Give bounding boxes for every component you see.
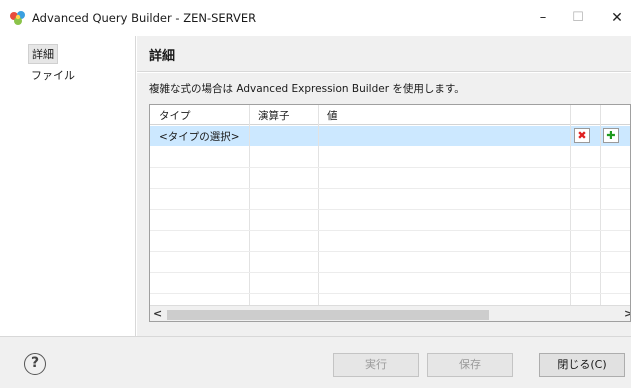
app-logo-icon <box>10 11 25 25</box>
help-icon[interactable]: ? <box>24 353 46 375</box>
type-select-cell[interactable]: <タイプの選択> <box>159 129 240 144</box>
main-panel: 複雑な式の場合は Advanced Expression Builder を使用… <box>137 73 631 336</box>
close-button[interactable]: 閉じる(C) <box>539 353 625 377</box>
scroll-thumb[interactable] <box>167 310 489 320</box>
grid-line <box>600 105 601 305</box>
scroll-right-icon[interactable]: > <box>624 307 630 320</box>
delete-row-icon[interactable]: ✖ <box>574 128 590 143</box>
grid-line <box>150 293 630 294</box>
column-header-operator[interactable]: 演算子 <box>258 108 290 123</box>
grid-line <box>150 209 630 210</box>
column-header-value[interactable]: 値 <box>327 108 338 123</box>
table-row[interactable]: <タイプの選択> ✖ ✚ <box>150 126 630 146</box>
save-button[interactable]: 保存 <box>427 353 513 377</box>
close-window-button[interactable]: ✕ <box>608 9 626 27</box>
grid-line <box>249 105 250 305</box>
sidebar-item-details[interactable]: 詳細 <box>28 44 58 64</box>
sidebar-item-file[interactable]: ファイル <box>28 66 78 84</box>
minimize-button[interactable]: – <box>534 9 552 27</box>
add-row-icon[interactable]: ✚ <box>603 128 619 143</box>
run-button[interactable]: 実行 <box>333 353 419 377</box>
description-text: 複雑な式の場合は Advanced Expression Builder を使用… <box>149 83 465 95</box>
dialog-footer: ? 実行 保存 閉じる(C) <box>0 336 631 388</box>
criteria-table: タイプ 演算子 値 <タイプの選択> ✖ ✚ < > <box>149 104 631 322</box>
grid-line <box>150 251 630 252</box>
table-header: タイプ 演算子 値 <box>150 105 630 125</box>
maximize-button[interactable]: ☐ <box>569 9 587 27</box>
window-title: Advanced Query Builder - ZEN-SERVER <box>32 11 257 25</box>
grid-line <box>150 188 630 189</box>
title-bar: Advanced Query Builder - ZEN-SERVER – ☐ … <box>0 0 631 36</box>
section-header: 詳細 <box>137 36 631 72</box>
page-title: 詳細 <box>149 49 176 64</box>
scroll-left-icon[interactable]: < <box>153 307 162 320</box>
grid-line <box>570 105 571 305</box>
horizontal-scrollbar[interactable]: < > <box>150 305 630 321</box>
sidebar: 詳細 ファイル <box>0 36 136 336</box>
grid-line <box>150 230 630 231</box>
grid-line <box>318 105 319 305</box>
grid-line <box>150 167 630 168</box>
grid-line <box>150 272 630 273</box>
column-header-type[interactable]: タイプ <box>159 108 191 123</box>
